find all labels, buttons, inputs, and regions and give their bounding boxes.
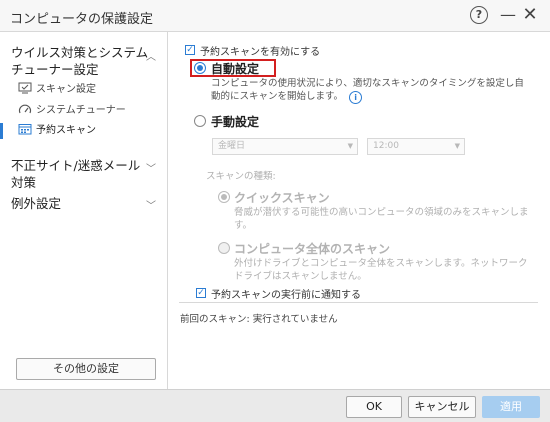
manual-radio[interactable] xyxy=(194,115,206,127)
auto-desc-line2: 動的にスキャンを開始します。 xyxy=(211,91,344,102)
time-select[interactable]: 12:00 ▼ xyxy=(367,138,465,155)
divider xyxy=(179,302,538,303)
last-scan-status: 前回のスキャン: 実行されていません xyxy=(180,314,338,325)
apply-button[interactable]: 適用 xyxy=(482,396,540,418)
monitor-icon xyxy=(18,82,32,94)
sidebar-section-web-email-line2: 対策 xyxy=(11,175,37,190)
sidebar-item-label: 予約スキャン xyxy=(36,125,96,136)
auto-description: コンピュータの使用状況により、適切なスキャンのタイミングを設定し自 動的にスキャ… xyxy=(211,77,541,104)
sidebar-item-scan-settings[interactable]: スキャン設定 xyxy=(18,81,96,99)
sidebar-item-label: システムチューナー xyxy=(36,105,126,116)
sidebar-section-antivirus[interactable]: ウイルス対策とシステム チューナー設定 xyxy=(11,44,148,78)
auto-desc-line1: コンピュータの使用状況により、適切なスキャンのタイミングを設定し自 xyxy=(211,78,524,89)
sidebar-item-scheduled-scan[interactable]: 予約スキャン xyxy=(18,122,96,140)
quick-scan-description: 脅威が潜伏する可能性の高いコンピュータの領域のみをスキャンしま す。 xyxy=(234,206,534,232)
sidebar-item-system-tuner[interactable]: システムチューナー xyxy=(18,102,126,120)
auto-radio[interactable] xyxy=(194,62,206,74)
sidebar-section-exceptions-label: 例外設定 xyxy=(11,196,62,211)
sidebar: ウイルス対策とシステム チューナー設定 ︿ スキャン設定 システムチューナー 予… xyxy=(0,32,168,389)
gauge-icon xyxy=(18,104,32,114)
quick-desc-line2: す。 xyxy=(234,220,253,231)
full-scan-description: 外付けドライブとコンピュータ全体をスキャンします。ネットワーク ドライブはスキャ… xyxy=(234,257,534,283)
full-scan-label: コンピュータ全体のスキャン xyxy=(234,242,391,256)
day-select-value: 金曜日 xyxy=(218,141,246,151)
notify-label: 予約スキャンの実行前に通知する xyxy=(211,290,361,301)
enable-schedule-label: 予約スキャンを有効にする xyxy=(200,47,321,58)
notify-checkbox[interactable]: ✓ xyxy=(196,288,206,298)
sidebar-section-web-email[interactable]: 不正サイト/迷惑メール 対策 xyxy=(11,157,140,191)
dialog-footer: OK キャンセル 適用 xyxy=(0,389,550,422)
sidebar-section-antivirus-line1: ウイルス対策とシステム xyxy=(11,45,149,60)
manual-label: 手動設定 xyxy=(211,115,260,129)
chevron-down-icon[interactable]: ﹀ xyxy=(146,197,156,212)
active-indicator xyxy=(0,123,3,139)
chevron-down-icon: ▼ xyxy=(454,142,460,150)
scan-type-label: スキャンの種類: xyxy=(206,171,276,182)
help-button[interactable]: ? xyxy=(470,6,488,24)
sidebar-section-antivirus-line2: チューナー設定 xyxy=(11,62,99,77)
chevron-down-icon[interactable]: ﹀ xyxy=(146,160,156,175)
main-panel: ✓ 予約スキャンを有効にする 自動設定 コンピュータの使用状況により、適切なスキ… xyxy=(169,32,550,389)
sidebar-section-web-email-line1: 不正サイト/迷惑メール xyxy=(11,158,141,173)
time-select-value: 12:00 xyxy=(373,141,399,151)
close-button[interactable]: ✕ xyxy=(522,5,538,25)
info-icon[interactable]: i xyxy=(349,91,363,104)
chevron-up-icon[interactable]: ︿ xyxy=(146,48,156,63)
full-desc-line1: 外付けドライブとコンピュータ全体をスキャンします。ネットワーク xyxy=(234,258,528,269)
ok-button[interactable]: OK xyxy=(346,396,402,418)
auto-label: 自動設定 xyxy=(211,62,260,76)
sidebar-section-exceptions[interactable]: 例外設定 xyxy=(11,195,61,212)
full-desc-line2: ドライブはスキャンしません。 xyxy=(234,271,367,282)
day-select[interactable]: 金曜日 ▼ xyxy=(212,138,358,155)
quick-scan-radio[interactable] xyxy=(218,191,230,203)
sidebar-item-label: スキャン設定 xyxy=(36,84,96,95)
chevron-down-icon: ▼ xyxy=(347,142,353,150)
quick-desc-line1: 脅威が潜伏する可能性の高いコンピュータの領域のみをスキャンしま xyxy=(234,207,529,218)
cancel-button[interactable]: キャンセル xyxy=(408,396,476,418)
window-title: コンピュータの保護設定 xyxy=(10,12,154,27)
title-bar: コンピュータの保護設定 ? — ✕ xyxy=(0,0,550,32)
calendar-icon xyxy=(18,124,32,135)
enable-schedule-checkbox[interactable]: ✓ xyxy=(185,45,195,55)
minimize-button[interactable]: — xyxy=(500,5,516,25)
full-scan-radio[interactable] xyxy=(218,242,230,254)
other-settings-button[interactable]: その他の設定 xyxy=(16,358,156,380)
quick-scan-label: クイックスキャン xyxy=(234,191,330,205)
